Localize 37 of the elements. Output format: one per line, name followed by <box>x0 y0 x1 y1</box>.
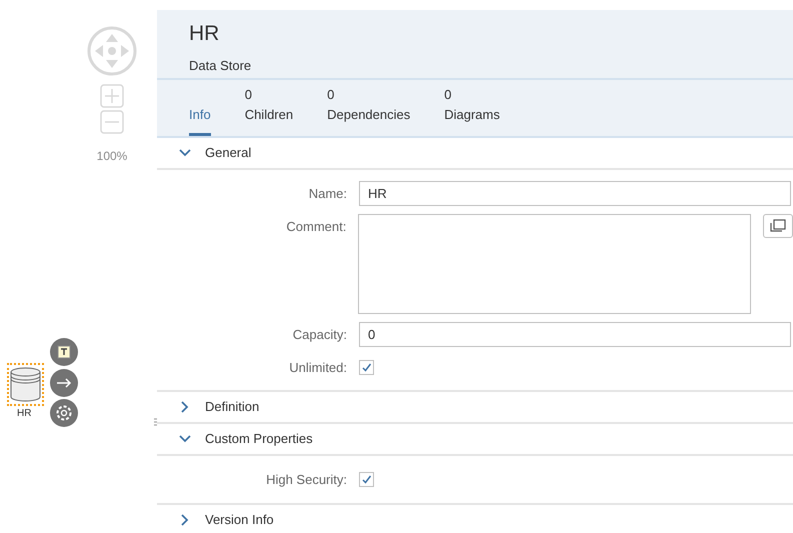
data-store-node[interactable] <box>7 363 44 406</box>
tab-label: Dependencies <box>327 106 410 124</box>
tab-label: Children <box>244 106 294 124</box>
tab[interactable]: 0 Dependencies <box>327 84 410 136</box>
tab[interactable]: 0 Diagrams <box>444 84 500 136</box>
field-label: Unlimited: <box>288 359 347 377</box>
tab-count: 0 <box>444 86 452 104</box>
field-label: Capacity: <box>292 326 347 344</box>
comment-field[interactable] <box>358 214 752 314</box>
input-field[interactable]: HR <box>359 181 791 206</box>
section-header[interactable]: Custom Properties <box>157 424 793 456</box>
tab-label: Diagrams <box>444 106 500 124</box>
checkbox[interactable] <box>359 360 374 375</box>
section-header[interactable]: Definition <box>157 392 793 424</box>
field-label: Name: <box>308 185 347 203</box>
tab[interactable]: 0 Children <box>244 84 294 136</box>
tab-label: Info <box>189 106 211 124</box>
input-field[interactable]: 0 <box>359 322 791 347</box>
checkbox[interactable] <box>359 472 374 487</box>
object-title: HR <box>189 22 220 46</box>
tab-count: 0 <box>327 86 334 104</box>
object-type: Data Store <box>189 57 252 75</box>
section-header[interactable]: Version Info <box>157 505 793 533</box>
node-label: HR <box>17 407 32 421</box>
field-label: Comment: <box>285 218 346 236</box>
text-note-icon[interactable] <box>50 338 78 366</box>
check-icon <box>361 474 372 485</box>
tab[interactable]: Info <box>189 106 211 136</box>
field-label: High Security: <box>265 471 347 489</box>
check-icon <box>361 362 372 373</box>
tab-count: 0 <box>244 86 252 104</box>
window-icon <box>770 219 786 233</box>
zoom-level: 100% <box>96 148 128 165</box>
expand-editor-button[interactable] <box>763 214 793 238</box>
section-header[interactable]: General <box>157 138 793 170</box>
cylinder-icon <box>10 366 41 403</box>
settings-icon[interactable] <box>50 399 78 427</box>
